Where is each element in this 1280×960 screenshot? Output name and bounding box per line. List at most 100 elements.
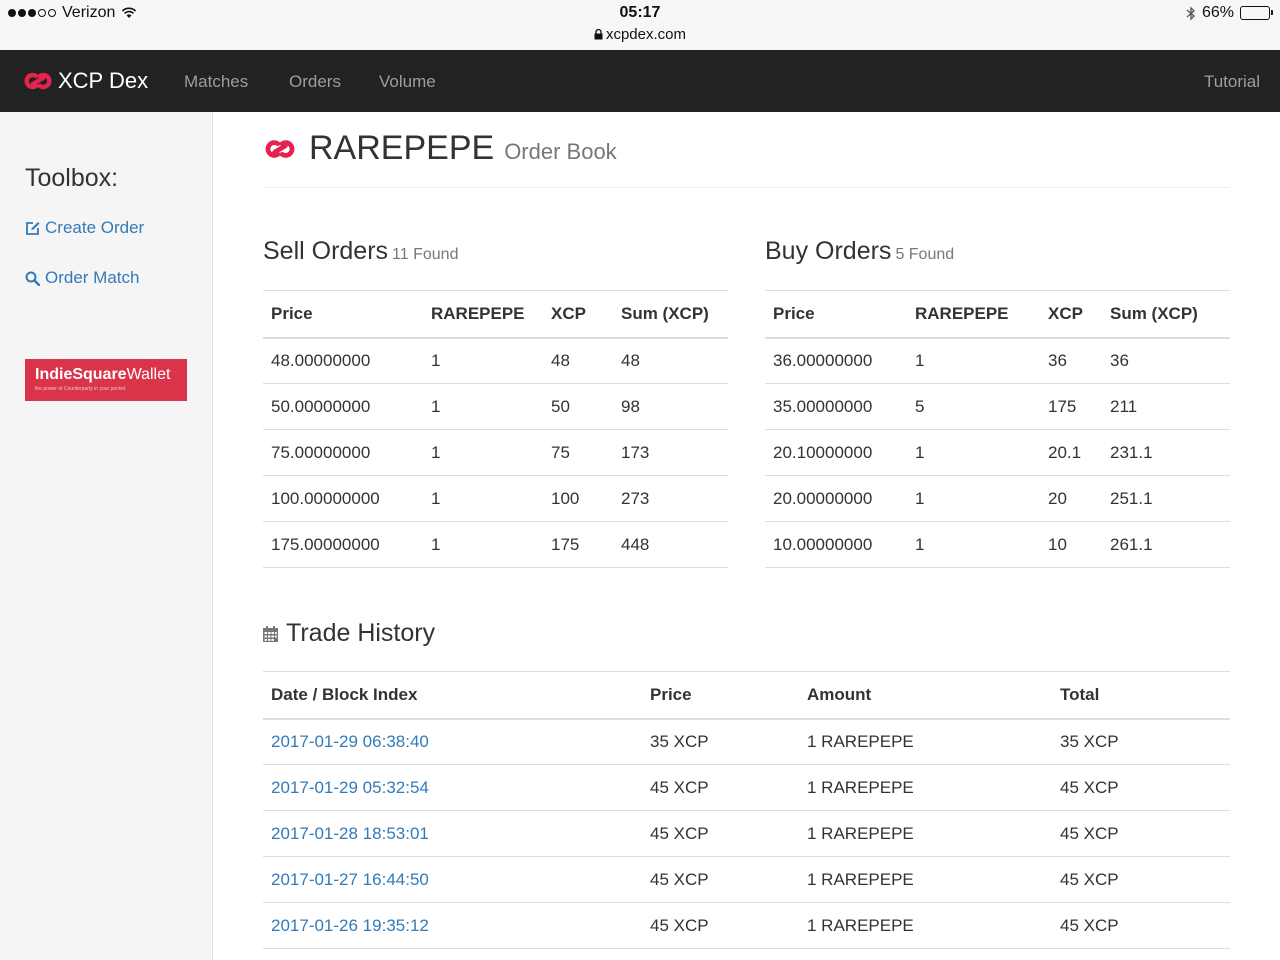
indiesquare-wallet-banner[interactable]: IndieSquareWallet the power of Counterpa… bbox=[25, 359, 187, 401]
cell-sum: 261.1 bbox=[1102, 521, 1230, 568]
column-header[interactable]: XCP bbox=[543, 290, 613, 339]
cell-xcp: 175 bbox=[543, 521, 613, 568]
cell-price: 45 XCP bbox=[642, 902, 799, 949]
cell-price: 35 XCP bbox=[642, 718, 799, 765]
xcp-logo-icon bbox=[265, 140, 295, 158]
create-order-label: Create Order bbox=[45, 218, 145, 237]
trade-date-link[interactable]: 2017-01-29 06:38:40 bbox=[271, 732, 429, 751]
page-title: RAREPEPE bbox=[309, 129, 495, 167]
cell-price: 75.00000000 bbox=[263, 429, 423, 476]
cell-amount: 1 bbox=[423, 337, 543, 384]
buy-orders-table: Price RAREPEPE XCP Sum (XCP) 36.00000000… bbox=[765, 290, 1230, 568]
navbar: XCP Dex Matches Orders Volume Tutorial bbox=[0, 50, 1280, 112]
column-header[interactable]: Sum (XCP) bbox=[1102, 290, 1230, 339]
cell-price: 10.00000000 bbox=[765, 521, 907, 568]
buy-orders-count: 5 Found bbox=[895, 246, 955, 263]
nav-volume[interactable]: Volume bbox=[379, 72, 436, 92]
column-header[interactable]: XCP bbox=[1040, 290, 1102, 339]
table-row: 75.00000000 1 75 173 bbox=[263, 429, 728, 476]
cell-xcp: 75 bbox=[543, 429, 613, 476]
calendar-icon bbox=[263, 625, 278, 642]
table-row: 2017-01-28 18:53:01 45 XCP 1 RAREPEPE 45 XC… bbox=[263, 810, 1230, 857]
trade-date-link[interactable]: 2017-01-26 19:35:12 bbox=[271, 916, 429, 935]
table-header-row: Price RAREPEPE XCP Sum (XCP) bbox=[263, 290, 728, 339]
cell-xcp: 20.1 bbox=[1040, 429, 1102, 476]
cell-xcp: 10 bbox=[1040, 521, 1102, 568]
table-header-row: Date / Block Index Price Amount Total bbox=[263, 671, 1230, 720]
sell-orders-table: Price RAREPEPE XCP Sum (XCP) 48.00000000… bbox=[263, 290, 728, 568]
table-row: 36.00000000 1 36 36 bbox=[765, 337, 1230, 384]
create-order-link[interactable]: Create Order bbox=[25, 218, 144, 238]
nav-tutorial[interactable]: Tutorial bbox=[1204, 72, 1260, 92]
cell-amount: 1 RAREPEPE bbox=[799, 718, 1052, 765]
cell-sum: 448 bbox=[613, 521, 728, 568]
trade-history-heading: Trade History bbox=[286, 619, 436, 647]
cell-sum: 36 bbox=[1102, 337, 1230, 384]
page-subtitle: Order Book bbox=[504, 139, 617, 164]
cell-sum: 231.1 bbox=[1102, 429, 1230, 476]
table-row: 50.00000000 1 50 98 bbox=[263, 383, 728, 430]
cell-amount: 1 bbox=[423, 383, 543, 430]
trade-date-link[interactable]: 2017-01-29 05:32:54 bbox=[271, 778, 429, 797]
search-icon bbox=[25, 271, 40, 286]
cell-xcp: 20 bbox=[1040, 475, 1102, 522]
cell-total: 45 XCP bbox=[1052, 902, 1230, 949]
banner-brand-normal: Wallet bbox=[126, 366, 171, 383]
sell-orders-heading: Sell Orders bbox=[263, 237, 389, 265]
table-row: 2017-01-26 19:35:12 45 XCP 1 RAREPEPE 45 XC… bbox=[263, 902, 1230, 949]
cell-price: 45 XCP bbox=[642, 856, 799, 903]
cell-total: 45 XCP bbox=[1052, 856, 1230, 903]
battery-percent: 66% bbox=[1201, 4, 1234, 21]
bluetooth-icon bbox=[1186, 5, 1195, 21]
column-header[interactable]: Total bbox=[1052, 671, 1230, 720]
cell-xcp: 50 bbox=[543, 383, 613, 430]
cell-sum: 98 bbox=[613, 383, 728, 430]
address-bar[interactable]: xcpdex.com bbox=[0, 26, 1280, 43]
cell-total: 45 XCP bbox=[1052, 764, 1230, 811]
cell-xcp: 100 bbox=[543, 475, 613, 522]
cell-sum: 211 bbox=[1102, 383, 1230, 430]
cell-amount: 1 RAREPEPE bbox=[799, 902, 1052, 949]
device-status: 66% bbox=[1186, 4, 1273, 22]
column-header[interactable]: Price bbox=[765, 290, 907, 339]
column-header[interactable]: Date / Block Index bbox=[263, 671, 642, 720]
page-header: RAREPEPE Order Book bbox=[263, 128, 1230, 188]
cell-amount: 1 RAREPEPE bbox=[799, 810, 1052, 857]
nav-matches[interactable]: Matches bbox=[184, 72, 248, 92]
cell-price: 175.00000000 bbox=[263, 521, 423, 568]
cell-xcp: 175 bbox=[1040, 383, 1102, 430]
trade-date-link[interactable]: 2017-01-27 16:44:50 bbox=[271, 870, 429, 889]
toolbox-title: Toolbox: bbox=[25, 164, 119, 192]
cell-amount: 1 bbox=[423, 429, 543, 476]
table-row: 2017-01-27 16:44:50 45 XCP 1 RAREPEPE 45 XC… bbox=[263, 856, 1230, 903]
cell-sum: 48 bbox=[613, 337, 728, 384]
cell-price: 36.00000000 bbox=[765, 337, 907, 384]
table-row: 2017-01-29 05:32:54 45 XCP 1 RAREPEPE 45 XC… bbox=[263, 764, 1230, 811]
column-header[interactable]: Price bbox=[642, 671, 799, 720]
battery-icon bbox=[1240, 6, 1273, 20]
cell-sum: 173 bbox=[613, 429, 728, 476]
table-header-row: Price RAREPEPE XCP Sum (XCP) bbox=[765, 290, 1230, 339]
cell-amount: 1 bbox=[907, 475, 1040, 522]
brand-link[interactable]: XCP Dex bbox=[22, 68, 148, 94]
table-row: 35.00000000 5 175 211 bbox=[765, 383, 1230, 430]
column-header[interactable]: RAREPEPE bbox=[423, 290, 543, 339]
cell-amount: 1 bbox=[907, 521, 1040, 568]
nav-orders[interactable]: Orders bbox=[289, 72, 341, 92]
trade-date-link[interactable]: 2017-01-28 18:53:01 bbox=[271, 824, 429, 843]
brand-name: XCP Dex bbox=[58, 68, 149, 93]
cell-sum: 273 bbox=[613, 475, 728, 522]
table-row: 100.00000000 1 100 273 bbox=[263, 475, 728, 522]
column-header[interactable]: RAREPEPE bbox=[907, 290, 1040, 339]
cell-amount: 1 bbox=[907, 337, 1040, 384]
column-header[interactable]: Sum (XCP) bbox=[613, 290, 728, 339]
edit-icon bbox=[26, 221, 40, 235]
order-match-label: Order Match bbox=[45, 268, 140, 287]
cell-sum: 251.1 bbox=[1102, 475, 1230, 522]
column-header[interactable]: Amount bbox=[799, 671, 1052, 720]
order-match-link[interactable]: Order Match bbox=[25, 268, 139, 288]
table-row: 175.00000000 1 175 448 bbox=[263, 521, 728, 568]
cell-price: 20.00000000 bbox=[765, 475, 907, 522]
column-header[interactable]: Price bbox=[263, 290, 423, 339]
table-row: 20.00000000 1 20 251.1 bbox=[765, 475, 1230, 522]
